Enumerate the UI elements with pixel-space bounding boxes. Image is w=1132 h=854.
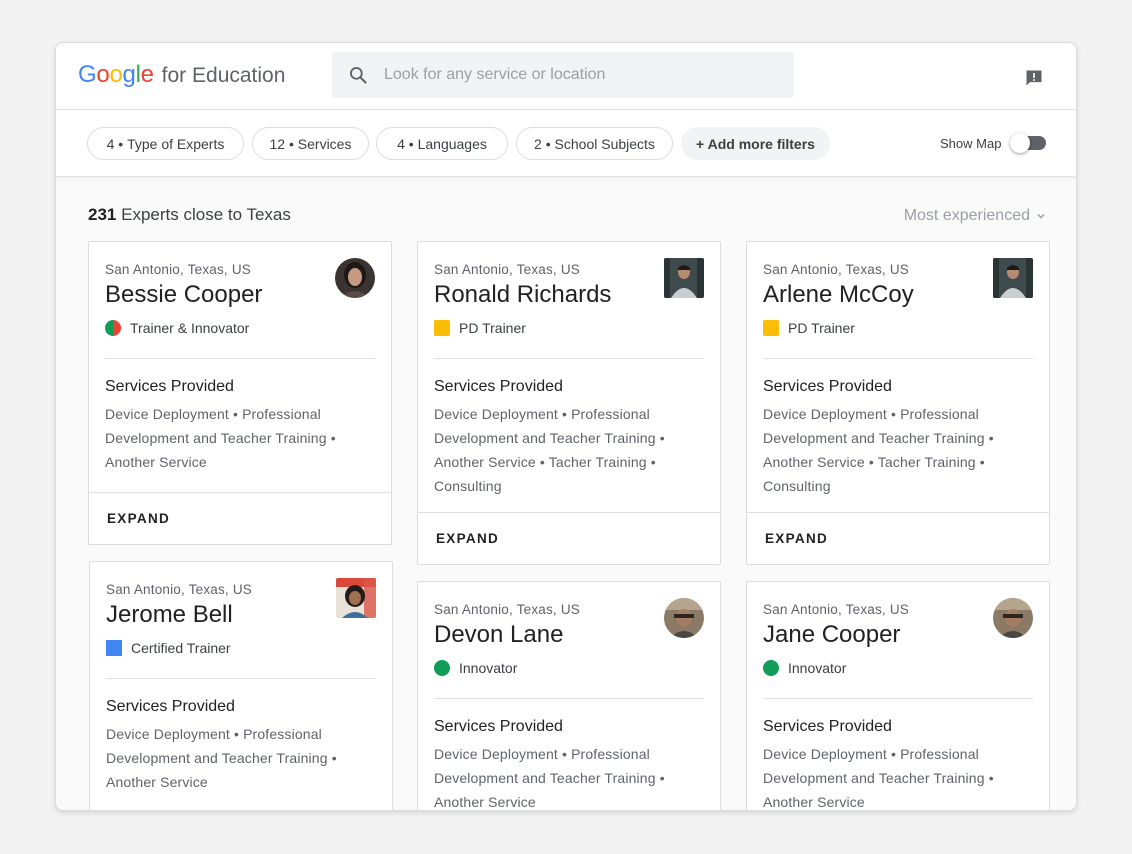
expand-button[interactable]: EXPAND bbox=[436, 531, 499, 546]
services-heading: Services Provided bbox=[105, 378, 234, 395]
expert-card[interactable]: San Antonio, Texas, US Jane Cooper Innov… bbox=[746, 581, 1050, 810]
role-label: Certified Trainer bbox=[131, 640, 231, 656]
expert-role: PD Trainer bbox=[763, 320, 855, 336]
expert-card[interactable]: San Antonio, Texas, US Devon Lane Innova… bbox=[417, 581, 721, 810]
expert-location: San Antonio, Texas, US bbox=[434, 262, 580, 277]
role-label: Innovator bbox=[788, 660, 847, 676]
services-list: Device Deployment • Professional Develop… bbox=[434, 406, 665, 494]
top-bar: Google for Education bbox=[56, 43, 1076, 110]
filter-label: School Subjects bbox=[554, 135, 655, 152]
filter-count: 4 bbox=[397, 135, 405, 152]
feedback-icon[interactable] bbox=[1024, 68, 1044, 88]
expert-role: PD Trainer bbox=[434, 320, 526, 336]
expand-button[interactable]: EXPAND bbox=[107, 511, 170, 526]
expert-name: Arlene McCoy bbox=[763, 281, 914, 308]
role-green-circle-icon bbox=[763, 660, 779, 676]
expand-button[interactable]: EXPAND bbox=[765, 531, 828, 546]
card-footer: EXPAND bbox=[747, 512, 1049, 564]
services-heading: Services Provided bbox=[763, 378, 892, 395]
expert-card[interactable]: San Antonio, Texas, US Jerome Bell Certi… bbox=[89, 561, 393, 810]
avatar bbox=[335, 258, 375, 298]
card-footer: EXPAND bbox=[418, 512, 720, 564]
avatar bbox=[993, 258, 1033, 298]
expert-card[interactable]: San Antonio, Texas, US Ronald Richards P… bbox=[417, 241, 721, 565]
expert-name: Jerome Bell bbox=[106, 601, 233, 628]
avatar bbox=[993, 598, 1033, 638]
search-bar[interactable] bbox=[332, 52, 794, 98]
services-heading: Services Provided bbox=[434, 378, 563, 395]
show-map-label: Show Map bbox=[940, 136, 1002, 151]
expert-name: Devon Lane bbox=[434, 621, 564, 648]
filter-chip-services[interactable]: 12 • Services bbox=[252, 127, 369, 160]
logo-subtitle: for Education bbox=[161, 64, 286, 87]
results-count: 231 bbox=[88, 205, 117, 224]
card-divider bbox=[763, 358, 1033, 359]
expert-card[interactable]: San Antonio, Texas, US Arlene McCoy PD T… bbox=[746, 241, 1050, 565]
expert-name: Ronald Richards bbox=[434, 281, 612, 308]
filter-chip-languages[interactable]: 4 • Languages bbox=[376, 127, 508, 160]
avatar bbox=[336, 578, 376, 618]
card-divider bbox=[106, 678, 376, 679]
expert-role: Certified Trainer bbox=[106, 640, 231, 656]
filter-chip-school-subjects[interactable]: 2 • School Subjects bbox=[516, 127, 673, 160]
expert-name: Bessie Cooper bbox=[105, 281, 263, 308]
role-label: PD Trainer bbox=[459, 320, 526, 336]
google-for-education-logo[interactable]: Google for Education bbox=[78, 61, 285, 91]
show-map-toggle[interactable] bbox=[1010, 133, 1046, 153]
search-input[interactable] bbox=[384, 52, 784, 98]
services-list: Device Deployment • Professional Develop… bbox=[106, 726, 337, 790]
role-label: Innovator bbox=[459, 660, 518, 676]
filter-label: Languages bbox=[417, 135, 487, 152]
role-label: PD Trainer bbox=[788, 320, 855, 336]
results-label: Experts close to Texas bbox=[121, 205, 291, 224]
results-heading: 231 Experts close to Texas bbox=[88, 205, 291, 225]
search-icon bbox=[350, 67, 367, 84]
card-divider bbox=[105, 358, 375, 359]
expert-name: Jane Cooper bbox=[763, 621, 901, 648]
expert-role: Innovator bbox=[434, 660, 517, 676]
role-green-circle-icon bbox=[434, 660, 450, 676]
avatar bbox=[664, 258, 704, 298]
services-heading: Services Provided bbox=[434, 718, 563, 735]
expert-location: San Antonio, Texas, US bbox=[763, 262, 909, 277]
add-more-filters-button[interactable]: + Add more filters bbox=[681, 127, 830, 160]
filter-label: Type of Experts bbox=[127, 135, 225, 152]
role-yellow-square-icon bbox=[434, 320, 450, 336]
card-footer: EXPAND bbox=[89, 492, 391, 544]
role-label: Trainer & Innovator bbox=[130, 320, 250, 336]
services-heading: Services Provided bbox=[106, 698, 235, 715]
services-list: Device Deployment • Professional Develop… bbox=[763, 746, 994, 810]
filter-chip-type-of-experts[interactable]: 4 • Type of Experts bbox=[87, 127, 244, 160]
avatar bbox=[664, 598, 704, 638]
card-divider bbox=[434, 698, 704, 699]
chevron-down-icon bbox=[1037, 213, 1045, 219]
services-list: Device Deployment • Professional Develop… bbox=[434, 746, 665, 810]
logo-wordmark: Google bbox=[78, 61, 154, 88]
filter-bar: 4 • Type of Experts 12 • Services 4 • La… bbox=[56, 110, 1076, 177]
filter-count: 12 bbox=[269, 135, 286, 152]
card-divider bbox=[434, 358, 704, 359]
services-list: Device Deployment • Professional Develop… bbox=[763, 406, 994, 494]
role-blue-square-icon bbox=[106, 640, 122, 656]
expert-location: San Antonio, Texas, US bbox=[106, 582, 252, 597]
services-heading: Services Provided bbox=[763, 718, 892, 735]
toggle-knob bbox=[1010, 133, 1030, 153]
expert-role: Innovator bbox=[763, 660, 846, 676]
services-list: Device Deployment • Professional Develop… bbox=[105, 406, 336, 470]
expert-role: Trainer & Innovator bbox=[105, 320, 249, 336]
filter-count: 2 bbox=[534, 135, 542, 152]
expert-location: San Antonio, Texas, US bbox=[434, 602, 580, 617]
filter-label: Services bbox=[297, 135, 352, 152]
filter-count: 4 bbox=[106, 135, 115, 152]
expert-card[interactable]: San Antonio, Texas, US Bessie Cooper Tra… bbox=[88, 241, 392, 545]
app-window: Google for Education 4 • Type of Experts… bbox=[55, 42, 1077, 811]
card-divider bbox=[763, 698, 1033, 699]
sort-label: Most experienced bbox=[903, 207, 1030, 224]
sort-dropdown[interactable]: Most experienced bbox=[904, 207, 1046, 225]
role-yellow-square-icon bbox=[763, 320, 779, 336]
role-split-circle-icon bbox=[105, 320, 121, 336]
expert-location: San Antonio, Texas, US bbox=[763, 602, 909, 617]
expert-location: San Antonio, Texas, US bbox=[105, 262, 251, 277]
